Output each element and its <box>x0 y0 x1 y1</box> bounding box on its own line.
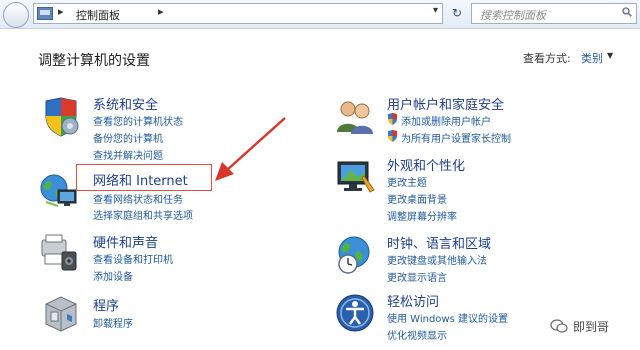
link-recommended-settings[interactable]: 使用 Windows 建议的设置 <box>387 310 508 325</box>
wechat-watermark-icon <box>550 319 568 333</box>
annotation-highlight-box <box>76 164 212 191</box>
link-parental-controls[interactable]: 为所有用户设置家长控制 <box>401 130 511 145</box>
programs-box-icon[interactable] <box>40 292 82 334</box>
category-appearance: 外观和个性化 更改主题 更改桌面背景 调整屏幕分辨率 <box>334 156 594 224</box>
category-title-ease[interactable]: 轻松访问 <box>387 291 439 310</box>
link-view-network-status[interactable]: 查看网络状态和任务 <box>93 191 183 206</box>
network-globe-icon[interactable] <box>38 170 80 212</box>
category-title-programs[interactable]: 程序 <box>93 295 119 314</box>
refresh-button[interactable]: ↻ <box>446 3 468 24</box>
link-homegroup-sharing[interactable]: 选择家庭组和共享选项 <box>93 207 193 222</box>
shield-security-icon[interactable] <box>40 96 82 138</box>
watermark-text: 即到哥 <box>573 320 610 334</box>
link-change-theme[interactable]: 更改主题 <box>387 174 427 189</box>
link-uninstall-program[interactable]: 卸载程序 <box>93 315 133 330</box>
link-troubleshoot[interactable]: 查找并解决问题 <box>93 147 163 162</box>
view-by-label: 查看方式: <box>523 52 571 65</box>
breadcrumb-separator-2[interactable]: ▸ <box>158 5 164 18</box>
category-user-accounts: 用户帐户和家庭安全 添加或删除用户帐户 为所有用户设置家长控制 <box>334 96 594 146</box>
link-optimize-display[interactable]: 优化视频显示 <box>387 327 447 342</box>
printer-speaker-icon[interactable] <box>38 232 80 274</box>
control-panel-icon <box>37 7 53 20</box>
search-icon[interactable] <box>622 7 632 17</box>
category-ease-of-access: 轻松访问 使用 Windows 建议的设置 优化视频显示 <box>334 292 594 342</box>
address-history-dropdown[interactable]: ▾ <box>433 5 438 16</box>
monitor-paint-icon[interactable] <box>334 156 376 198</box>
category-title-clock[interactable]: 时钟、语言和区域 <box>387 233 491 252</box>
link-add-device[interactable]: 添加设备 <box>93 268 133 283</box>
view-by-dropdown[interactable]: 类别 <box>581 50 603 66</box>
chevron-down-icon[interactable]: ▼ <box>607 51 613 60</box>
breadcrumb-control-panel[interactable]: 控制面板 <box>76 7 120 23</box>
link-devices-printers[interactable]: 查看设备和打印机 <box>93 251 173 266</box>
category-hardware-sound: 硬件和声音 查看设备和打印机 添加设备 <box>38 232 238 283</box>
category-title-users[interactable]: 用户帐户和家庭安全 <box>387 94 504 113</box>
ease-of-access-icon[interactable] <box>334 292 376 334</box>
link-add-remove-accounts[interactable]: 添加或删除用户帐户 <box>401 113 491 128</box>
link-view-computer-status[interactable]: 查看您的计算机状态 <box>93 113 183 128</box>
link-screen-resolution[interactable]: 调整屏幕分辨率 <box>387 208 457 223</box>
category-title-system[interactable]: 系统和安全 <box>93 94 158 113</box>
page-title: 调整计算机的设置 <box>38 53 150 69</box>
annotation-arrow-icon <box>215 117 286 181</box>
category-title-hardware[interactable]: 硬件和声音 <box>93 232 158 251</box>
breadcrumb-separator[interactable]: ▸ <box>58 5 64 18</box>
link-change-display-language[interactable]: 更改显示语言 <box>387 269 447 284</box>
uac-shield-icon <box>388 130 397 142</box>
link-backup-computer[interactable]: 备份您的计算机 <box>93 130 163 145</box>
search-box[interactable]: 搜索控制面板 <box>471 3 637 24</box>
category-title-appearance[interactable]: 外观和个性化 <box>387 155 465 174</box>
address-bar[interactable]: ▸ 控制面板 ▸ ▾ <box>33 3 443 24</box>
globe-clock-icon[interactable] <box>334 234 376 276</box>
category-clock-language-region: 时钟、语言和区域 更改键盘或其他输入法 更改显示语言 <box>334 234 594 284</box>
search-input-placeholder[interactable]: 搜索控制面板 <box>480 7 546 23</box>
link-change-keyboard[interactable]: 更改键盘或其他输入法 <box>387 252 487 267</box>
users-icon[interactable] <box>334 96 376 138</box>
link-change-background[interactable]: 更改桌面背景 <box>387 191 447 206</box>
category-programs: 程序 卸载程序 <box>40 292 240 337</box>
address-toolbar: ▸ 控制面板 ▸ ▾ ↻ 搜索控制面板 <box>0 0 640 29</box>
back-button[interactable] <box>3 2 29 28</box>
uac-shield-icon <box>388 113 397 125</box>
